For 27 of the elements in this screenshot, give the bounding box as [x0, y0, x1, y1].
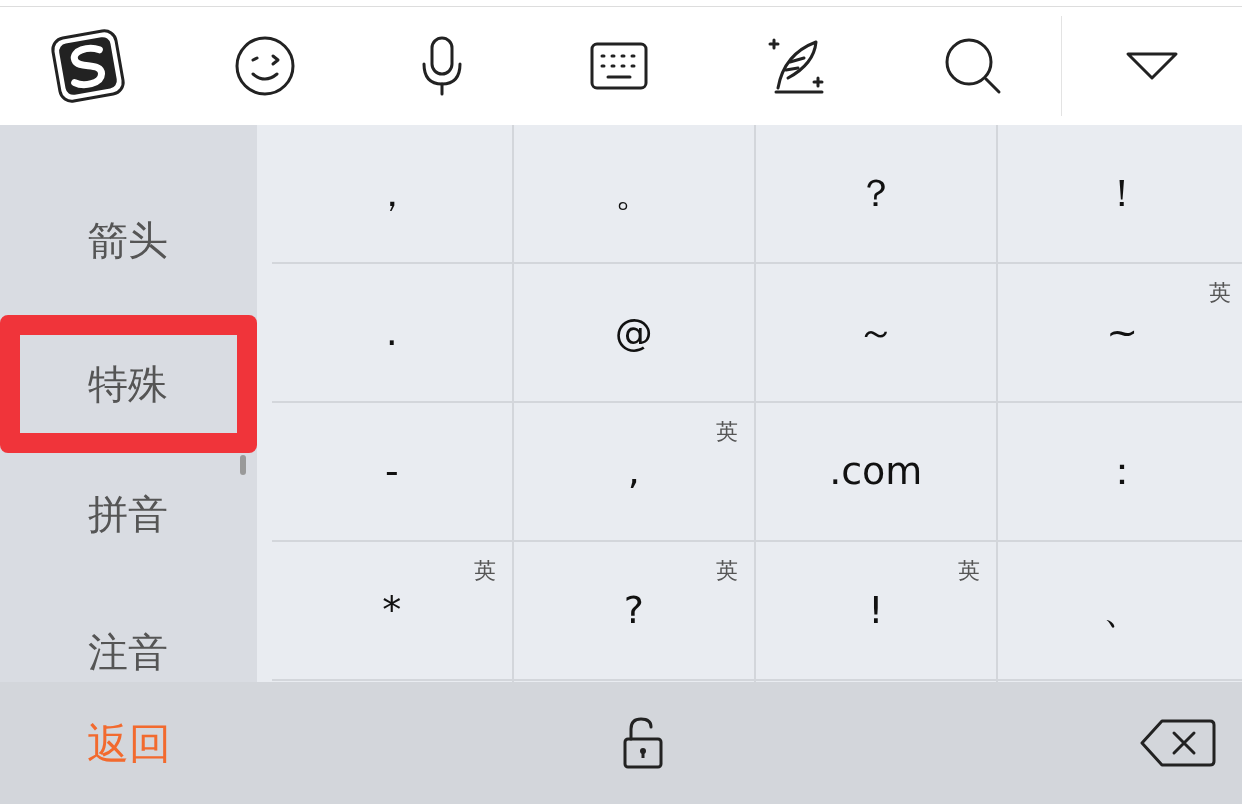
scroll-indicator [240, 455, 246, 475]
category-tab[interactable]: 注音 [88, 622, 169, 682]
category-tab[interactable]: 箭头 [88, 210, 169, 270]
category-tab[interactable]: 特殊 [88, 354, 169, 414]
symbol-key[interactable]: ~ 英 [997, 264, 1242, 401]
symbol-key[interactable]: ， [271, 125, 512, 262]
english-tag: 英 [715, 415, 738, 448]
english-tag: 英 [473, 554, 496, 587]
english-tag: 英 [715, 554, 738, 587]
category-tab[interactable]: 拼音 [88, 484, 169, 544]
symbol-key[interactable]: ： [997, 403, 1242, 540]
keyboard-icon[interactable] [588, 40, 650, 92]
symbol-key[interactable]: .com [755, 403, 996, 540]
symbol-key[interactable]: ！ [997, 125, 1242, 262]
symbol-key[interactable]: ! 英 [755, 542, 996, 679]
symbol-key[interactable]: 。 [513, 125, 754, 262]
english-tag: 英 [1208, 276, 1231, 309]
symbol-key[interactable]: ？ [755, 125, 996, 262]
symbol-key[interactable]: . [271, 264, 512, 401]
symbol-key[interactable]: @ [513, 264, 754, 401]
symbol-key[interactable]: - [271, 403, 512, 540]
symbol-key[interactable]: * 英 [271, 542, 512, 679]
symbol-key[interactable]: , 英 [513, 403, 754, 540]
symbol-key[interactable]: ～ [755, 264, 996, 401]
symbol-key[interactable]: 、 [997, 542, 1242, 679]
english-tag: 英 [957, 554, 980, 587]
symbol-key[interactable]: ? 英 [513, 542, 754, 679]
